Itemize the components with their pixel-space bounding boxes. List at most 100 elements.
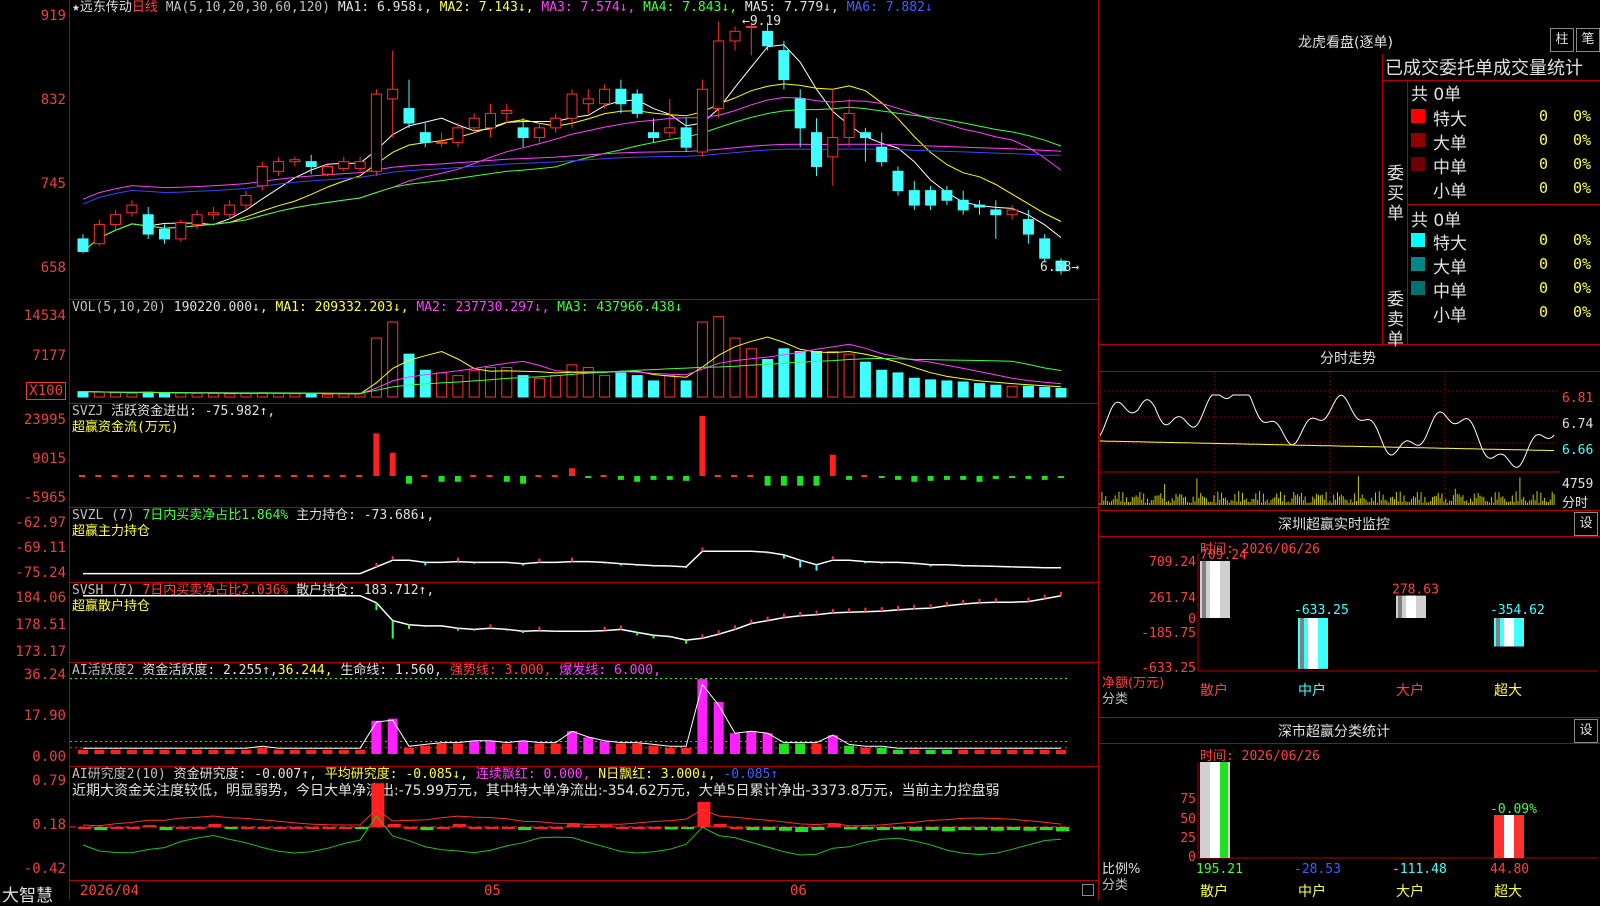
y-tick: 184.06	[15, 590, 66, 606]
minute-chart[interactable]	[1099, 345, 1600, 510]
svzj-bar	[389, 452, 396, 476]
y-tick: 6.81	[1562, 391, 1594, 406]
volume-chart[interactable]	[70, 300, 1098, 403]
activity-bar	[632, 743, 643, 754]
color-swatch	[1411, 133, 1425, 147]
activity-bar	[925, 749, 936, 754]
volume-bar	[827, 350, 839, 398]
research-bar	[909, 827, 923, 831]
activity-bar	[795, 743, 806, 754]
svzj-bar	[846, 476, 853, 480]
y-tick: 261.74	[1149, 591, 1196, 606]
volume-bar	[1039, 386, 1051, 398]
svzj-bar	[454, 476, 461, 482]
volume-unit-box[interactable]: X100	[26, 382, 66, 400]
research-bar	[224, 827, 238, 829]
research-bar	[941, 827, 955, 832]
candle-body	[191, 214, 203, 225]
y-tick: 6.66	[1562, 443, 1594, 458]
volume-bar	[436, 372, 448, 398]
bar-mode-button[interactable]: 柱	[1550, 28, 1574, 52]
row-value: 0	[1539, 255, 1549, 273]
sz-class-panel[interactable]: 深市超赢分类统计 设 时间: 2026/06/26 75 50 25 0 195.21 散…	[1100, 718, 1600, 900]
svzl-chart[interactable]	[70, 508, 1098, 582]
research-bar	[1056, 827, 1069, 832]
svzj-bar	[617, 476, 624, 480]
buy-side-label: 委买单	[1387, 164, 1404, 224]
y-tick: 658	[40, 260, 66, 276]
svsh-panel[interactable]: SVSH (7) 7日内买卖净占比2.036% 散户持仓: 183.712↑, …	[70, 583, 1098, 663]
lhb-panel[interactable]: 龙虎看盘(逐单) 柱 笔 已成交委托单成交量统计 委买单 共 0单 特大 0 0% 大…	[1100, 0, 1600, 350]
research-bar	[713, 823, 727, 827]
main-chart-area[interactable]: ★远东传动日线 MA(5,10,20,30,60,120) MA1: 6.958…	[0, 0, 1099, 906]
activity-bar	[550, 743, 561, 754]
row-percent: 0%	[1573, 231, 1592, 249]
y-tick: 178.51	[15, 617, 66, 633]
svsh-chart[interactable]	[70, 583, 1098, 662]
tick-mode-button[interactable]: 笔	[1576, 28, 1600, 52]
research-bar	[404, 827, 417, 829]
volume-bar	[843, 353, 855, 398]
lock-icon[interactable]	[1082, 884, 1094, 896]
net-bar-highlight	[1504, 618, 1514, 647]
svzl-panel[interactable]: SVZL (7) 7日内买卖净占比1.864% 主力持仓: -73.686↓, …	[70, 508, 1098, 583]
svzj-bar	[585, 476, 592, 478]
volume-bar	[1055, 387, 1067, 398]
svzj-dash	[551, 475, 558, 477]
kline-chart[interactable]	[70, 0, 1098, 299]
svzj-bar	[976, 476, 983, 482]
y-tick: 745	[40, 176, 66, 192]
svzj-dash	[127, 475, 134, 477]
activity-bar	[534, 743, 545, 754]
candle-body	[370, 93, 382, 172]
svzj-dash	[486, 475, 493, 477]
candle-body	[452, 127, 464, 143]
svzj-bar	[1041, 476, 1048, 480]
row-value: 0	[1539, 155, 1549, 173]
volume-bar	[631, 375, 643, 398]
color-swatch	[1411, 257, 1425, 271]
activity-bar	[175, 749, 186, 754]
category-label: 大户	[1396, 682, 1424, 699]
time-axis-bar[interactable]: 大智慧 2026/04 05 06	[0, 881, 1098, 906]
candle-body	[256, 165, 268, 187]
kline-y-axis: 919 832 745 658	[0, 0, 68, 299]
price-line	[1099, 394, 1555, 468]
net-bar-shade	[1202, 561, 1206, 618]
activity-bar	[893, 749, 903, 754]
candle-body	[240, 194, 252, 206]
color-swatch	[1411, 109, 1425, 123]
minute-panel[interactable]: 分时走势 6.81 6.74 6.66 4759 分时	[1099, 345, 1600, 511]
y-tick: -69.11	[15, 540, 66, 556]
divider	[1407, 204, 1600, 205]
ai-activity-y-axis: 36.24 17.90 0.00	[0, 663, 68, 766]
date-start-label: 2026/04	[80, 883, 140, 899]
candle-body	[696, 88, 708, 153]
activity-bar	[78, 749, 88, 754]
volume-bar	[289, 393, 301, 398]
ai-activity-panel[interactable]: AI活跃度2 资金活跃度: 2.255↑,36.244, 生命线: 1.560,…	[70, 663, 1098, 767]
svzj-panel[interactable]: SVZJ 活跃资金进出: -75.982↑, 超赢资金流(万元)	[70, 404, 1098, 508]
ai-research-panel[interactable]: AI研究度2(10) 资金研究度: -0.007↑, 平均研究度: -0.085…	[70, 767, 1098, 881]
y-tick: 0	[1188, 850, 1196, 865]
volume-panel[interactable]: VOL(5,10,20) 190220.000↓, MA1: 209332.20…	[70, 300, 1098, 404]
svzj-dash	[861, 475, 868, 477]
divider	[1407, 80, 1408, 344]
sz-monitor-panel[interactable]: 深圳超赢实时监控 设 时间: 2026/06/26 709.24 261.74 0-…	[1100, 511, 1600, 718]
kline-panel[interactable]: ★远东传动日线 MA(5,10,20,30,60,120) MA1: 6.958…	[70, 0, 1098, 300]
svzj-bar	[878, 476, 885, 478]
volume-bar	[745, 348, 757, 398]
ai-research-chart[interactable]	[70, 767, 1098, 880]
sz-monitor-chart[interactable]: 709.24261.740-185.75-633.25709.24散户-633.…	[1100, 511, 1600, 717]
ai-activity-chart[interactable]	[70, 663, 1098, 766]
activity-bar	[941, 749, 952, 754]
sz-class-chart[interactable]: 75 50 25 0195.21 散户 -28.53 中户 -111.48 大户 -0.09% 44…	[1100, 718, 1600, 900]
sell-side-label: 委卖单	[1387, 290, 1404, 350]
svzj-chart[interactable]	[70, 404, 1098, 507]
candle-body	[224, 204, 236, 216]
svzj-bar	[1025, 476, 1032, 479]
research-bar	[175, 827, 189, 829]
y-tick: 0.00	[32, 749, 66, 765]
candle-body	[762, 30, 774, 47]
candle-body	[419, 132, 431, 143]
